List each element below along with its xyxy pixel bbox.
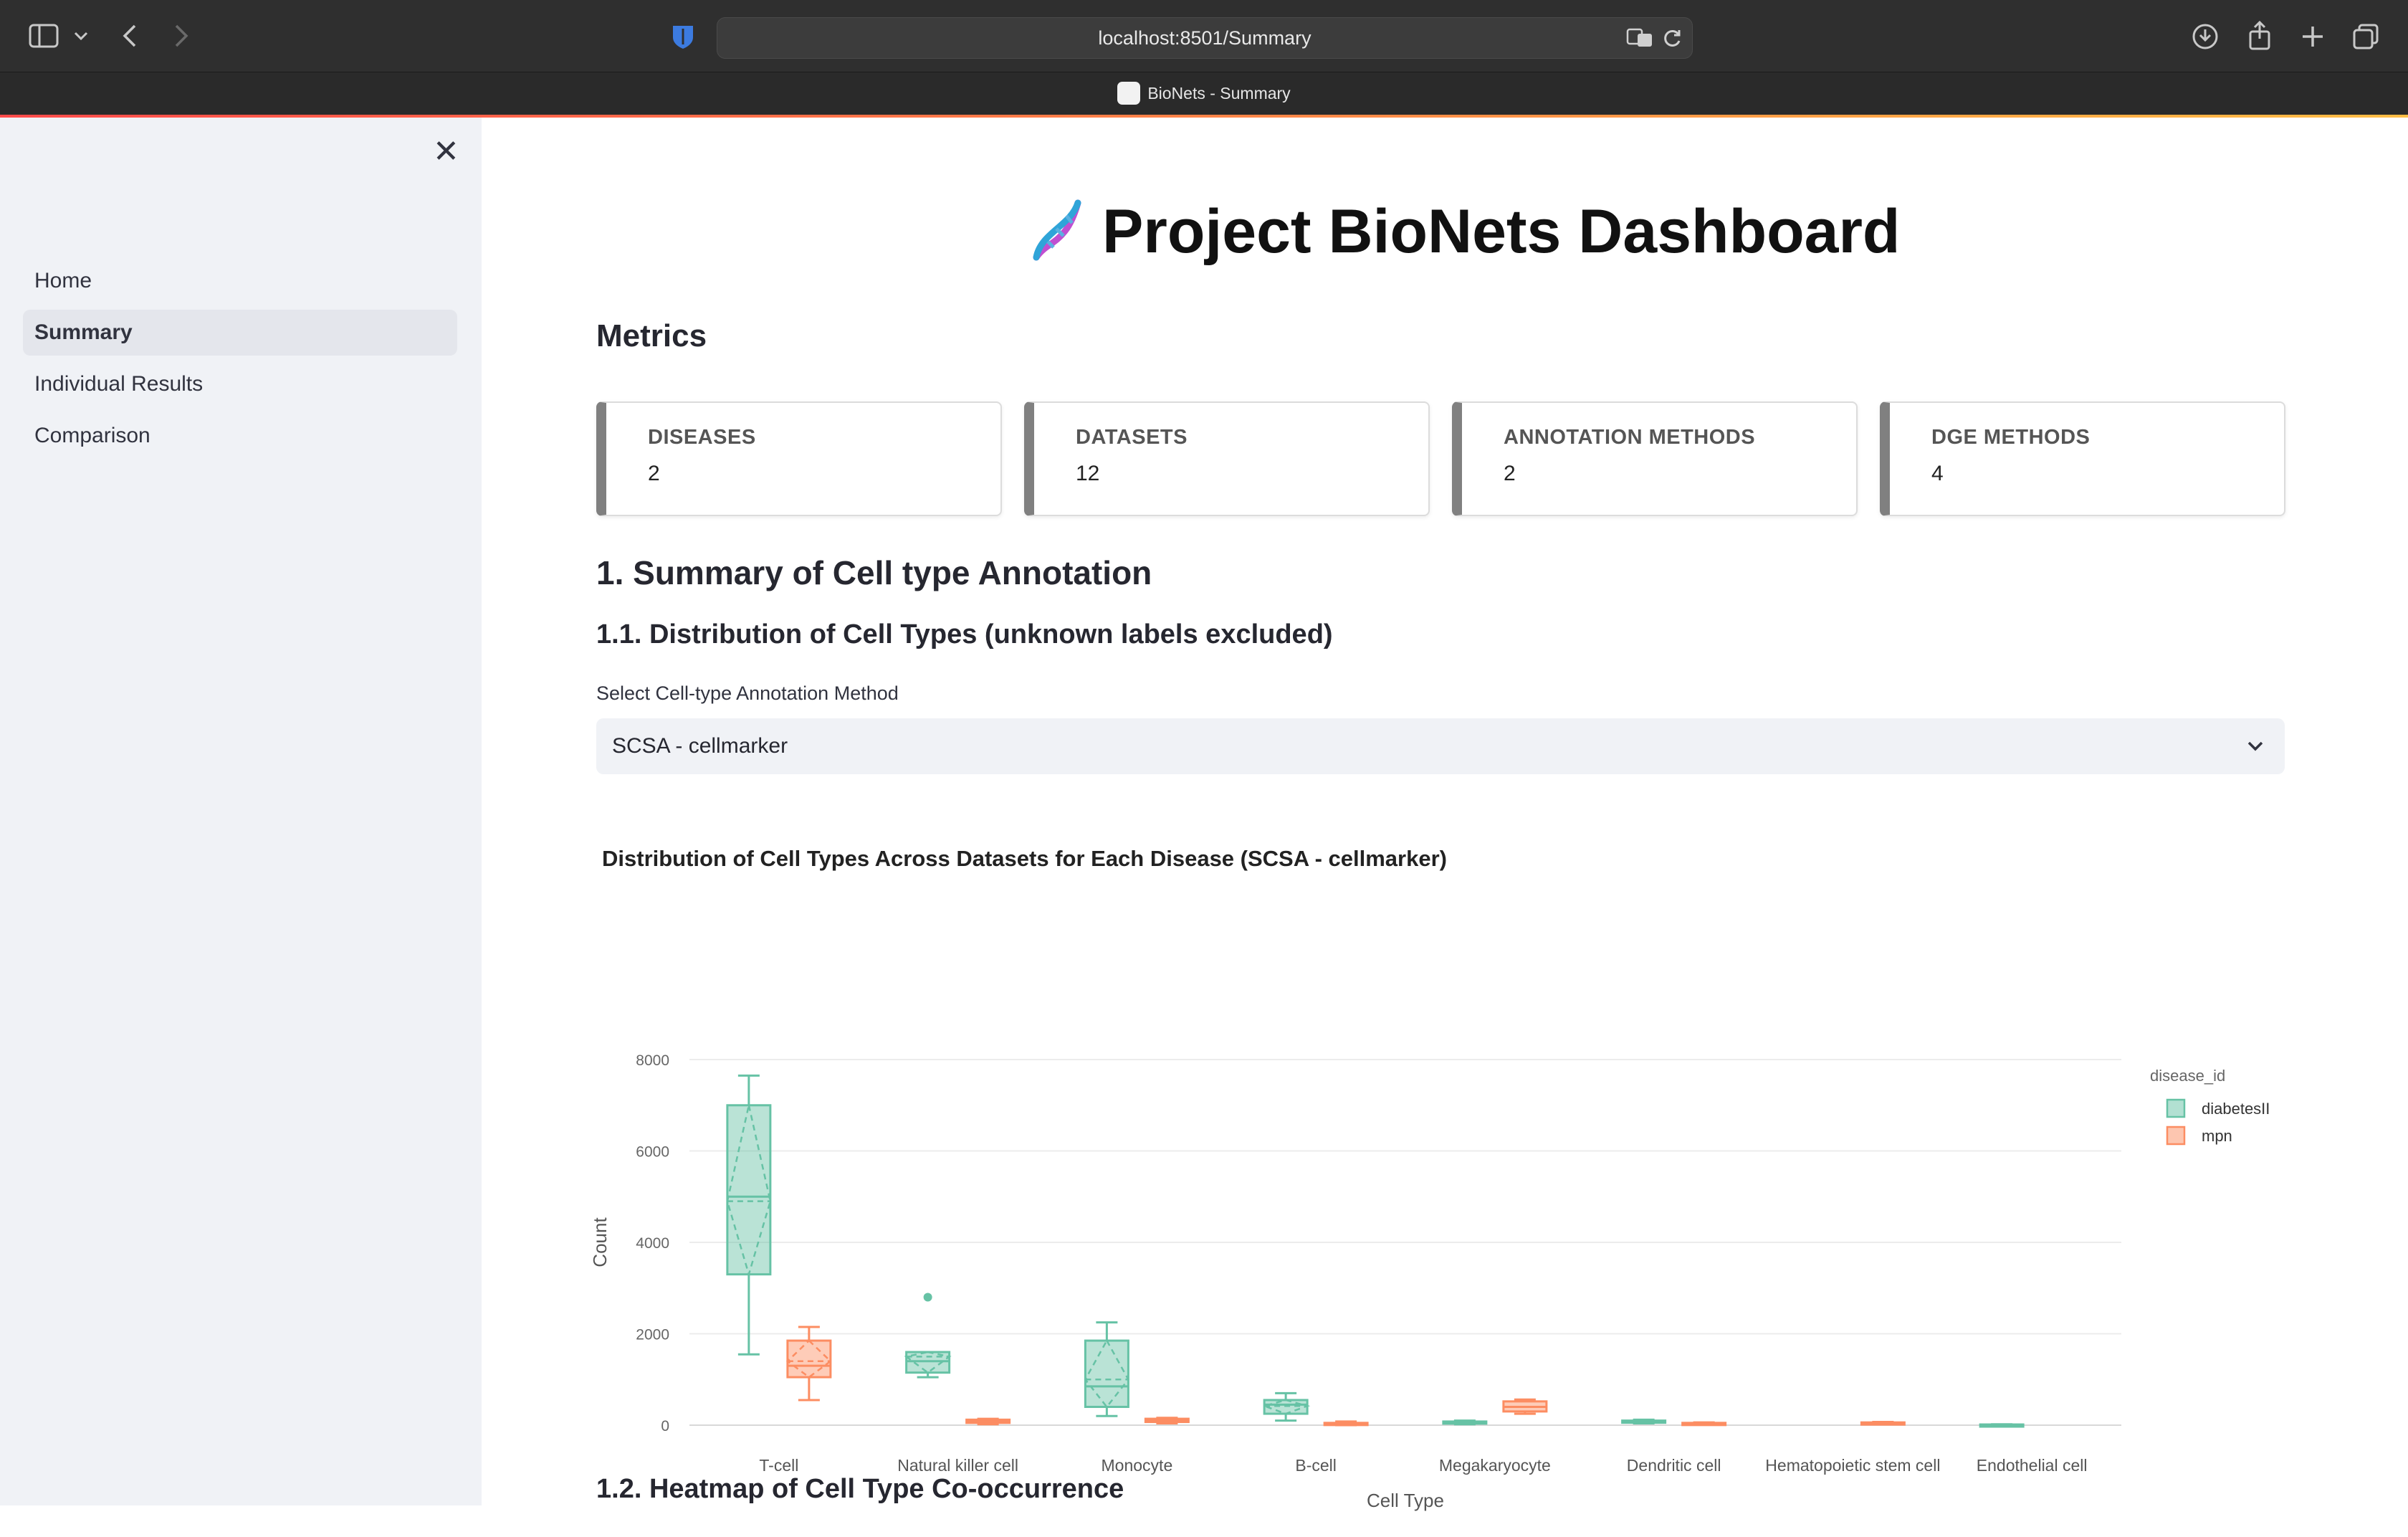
legend-swatch — [2166, 1098, 2186, 1118]
chevron-down-icon[interactable] — [73, 29, 89, 43]
y-tick-label: 6000 — [636, 1144, 669, 1161]
share-icon[interactable] — [2247, 20, 2272, 50]
close-sidebar-icon[interactable]: ✕ — [433, 136, 459, 168]
active-tab[interactable]: BioNets - Summary — [0, 72, 2408, 115]
metric-card-diseases: DISEASES 2 — [596, 401, 1002, 516]
metric-label: DATASETS — [1076, 426, 1188, 449]
x-tick-label: B-cell — [1295, 1456, 1337, 1475]
metric-card-dge-methods: DGE METHODS 4 — [1880, 401, 2285, 516]
sidebar-item-comparison[interactable]: Comparison — [23, 413, 457, 459]
metric-value: 2 — [648, 462, 660, 485]
box — [726, 1104, 772, 1276]
legend-label: mpn — [2202, 1127, 2232, 1145]
sidebar: ✕ Home Summary Individual Results Compar… — [0, 118, 482, 1505]
forward-icon[interactable] — [172, 23, 191, 49]
page-title-text: Project BioNets Dashboard — [1102, 197, 1901, 266]
metric-label: ANNOTATION METHODS — [1504, 426, 1756, 449]
address-bar[interactable]: localhost:8501/Summary — [717, 17, 1693, 59]
tab-title: BioNets - Summary — [1147, 84, 1291, 103]
sidebar-toggle-icon[interactable] — [29, 23, 59, 49]
select-value: SCSA - cellmarker — [612, 734, 788, 758]
sidebar-item-label: Summary — [34, 320, 133, 344]
box-plot-chart: 0 2000 4000 6000 8000 T-cell Natural killer ce… — [589, 1052, 2270, 1511]
y-tick-label: 4000 — [636, 1235, 669, 1252]
x-tick-label: T-cell — [759, 1456, 798, 1475]
x-tick-label: Hematopoietic stem cell — [1765, 1456, 1940, 1475]
y-tick-label: 0 — [661, 1418, 669, 1434]
sidebar-item-individual-results[interactable]: Individual Results — [23, 361, 457, 407]
metric-label: DGE METHODS — [1931, 426, 2091, 449]
legend-label: diabetesII — [2202, 1100, 2270, 1118]
legend-swatch — [2166, 1126, 2186, 1146]
password-manager-icon[interactable] — [671, 23, 695, 50]
metric-value: 4 — [1931, 462, 1944, 485]
chart-title: Distribution of Cell Types Across Datase… — [602, 846, 1447, 871]
section-1-1-heading: 1.1. Distribution of Cell Types (unknown… — [596, 619, 1333, 649]
sidebar-item-summary[interactable]: Summary — [23, 310, 457, 356]
back-icon[interactable] — [120, 23, 139, 49]
dna-icon — [1033, 199, 1081, 261]
annotation-method-select[interactable]: SCSA - cellmarker — [596, 718, 2285, 774]
metric-value: 12 — [1076, 462, 1100, 485]
reload-icon[interactable] — [1662, 28, 1682, 48]
chevron-down-icon[interactable] — [2242, 733, 2269, 760]
section-1-2-heading: 1.2. Heatmap of Cell Type Co-occurrence — [596, 1474, 1124, 1504]
x-tick-label: Dendritic cell — [1627, 1456, 1721, 1475]
main-content: Project BioNets Dashboard Metrics DISEAS… — [482, 118, 2408, 1511]
y-tick-label: 2000 — [636, 1327, 669, 1343]
box — [786, 1339, 832, 1379]
metric-card-annotation-methods: ANNOTATION METHODS 2 — [1452, 401, 1858, 516]
x-tick-label: Natural killer cell — [897, 1456, 1018, 1475]
browser-toolbar: localhost:8501/Summary — [0, 0, 2408, 72]
metrics-heading: Metrics — [596, 318, 707, 353]
metric-label: DISEASES — [648, 426, 756, 449]
streamlit-favicon-icon — [1117, 81, 1141, 105]
new-tab-icon[interactable] — [2300, 24, 2325, 49]
section-1-heading: 1. Summary of Cell type Annotation — [596, 554, 1152, 591]
select-label: Select Cell-type Annotation Method — [596, 682, 899, 704]
outlier-point — [923, 1293, 932, 1302]
sidebar-item-home[interactable]: Home — [23, 258, 457, 304]
x-tick-label: Monocyte — [1102, 1456, 1173, 1475]
translate-icon[interactable] — [1626, 28, 1653, 48]
box — [1263, 1399, 1309, 1415]
metric-card-datasets: DATASETS 12 — [1024, 401, 1430, 516]
x-axis-label: Cell Type — [1367, 1490, 1444, 1511]
sidebar-item-label: Comparison — [34, 424, 150, 447]
y-axis-label: Count — [589, 1217, 611, 1267]
download-icon[interactable] — [2192, 23, 2219, 50]
url-text: localhost:8501/Summary — [1098, 27, 1312, 49]
sidebar-item-label: Home — [34, 269, 92, 292]
sidebar-item-label: Individual Results — [34, 372, 204, 396]
metric-value: 2 — [1504, 462, 1516, 485]
tab-overview-icon[interactable] — [2352, 23, 2379, 50]
x-tick-label: Megakaryocyte — [1439, 1456, 1551, 1475]
x-tick-label: Endothelial cell — [1977, 1456, 2088, 1475]
box — [1084, 1339, 1129, 1408]
page-title: Project BioNets Dashboard — [1026, 196, 1900, 269]
y-tick-label: 8000 — [636, 1052, 669, 1069]
legend-title: disease_id — [2150, 1067, 2225, 1085]
